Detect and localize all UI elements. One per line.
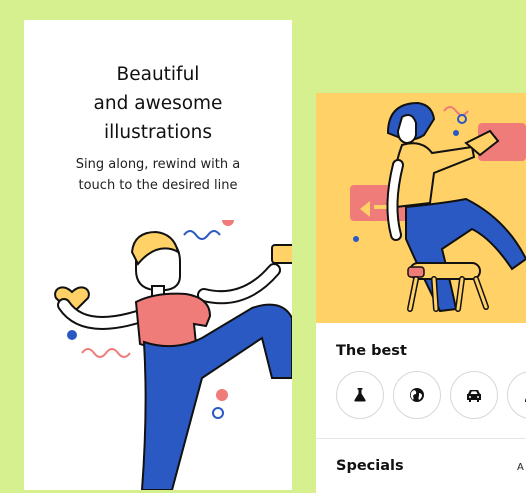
home-screen: The best Specials A [316, 93, 526, 493]
onboarding-screen: Beautiful and awesome illustrations Sing… [24, 20, 292, 490]
subtitle-line-2: touch to the desired line [78, 178, 238, 193]
category-world-button[interactable] [393, 371, 441, 419]
title-line-3: illustrations [103, 122, 213, 143]
subtitle-line-1: Sing along, rewind with a [75, 157, 241, 172]
title-line-1: Beautiful [116, 64, 200, 85]
car-icon [467, 390, 481, 402]
globe-icon [410, 388, 424, 402]
onboarding-illustration [54, 220, 292, 490]
category-science-button[interactable] [336, 371, 384, 419]
title-line-2: and awesome [93, 93, 223, 114]
category-cars-button[interactable] [450, 371, 498, 419]
onboarding-subtitle: Sing along, rewind with a touch to the d… [24, 154, 292, 196]
category-people-button[interactable] [507, 371, 526, 419]
hero-illustration [350, 101, 526, 313]
specials-section-title: Specials [336, 458, 404, 474]
specials-see-all-link[interactable]: A [517, 462, 524, 473]
section-divider [316, 438, 526, 439]
flask-icon [354, 388, 366, 402]
best-section-title: The best [336, 343, 407, 359]
onboarding-title: Beautiful and awesome illustrations [24, 60, 292, 147]
hero-banner [316, 93, 526, 323]
